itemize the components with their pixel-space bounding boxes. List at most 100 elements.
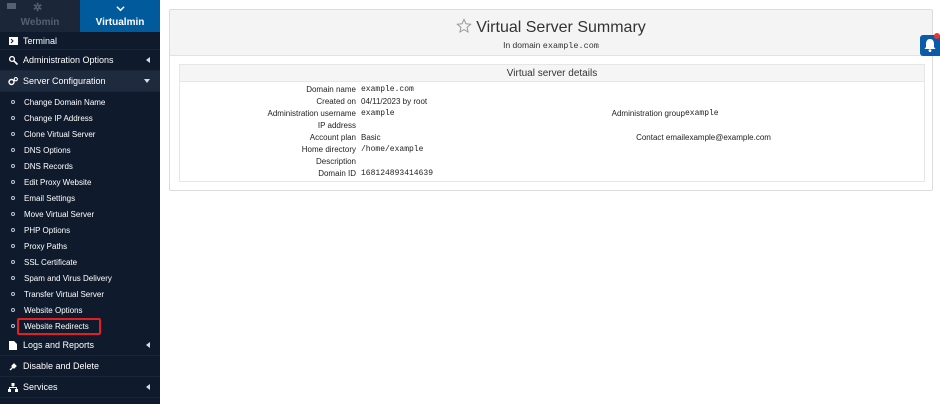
circle-icon (11, 100, 15, 104)
details-title: Virtual server details (180, 65, 924, 82)
value-domain-name: example.com (361, 85, 414, 94)
sub-item-label: Change Domain Name (24, 97, 106, 107)
chevron-down-icon (116, 6, 125, 12)
value-home-directory: /home/example (361, 145, 424, 154)
label-home-directory: Home directory (301, 145, 356, 154)
sub-item-label: Move Virtual Server (24, 209, 95, 219)
sidebar: ✲ Webmin Virtualmin Terminal Administrat… (0, 0, 160, 404)
sub-item-dns-records[interactable]: DNS Records (0, 158, 160, 174)
label-domain-name: Domain name (306, 85, 356, 94)
sub-item-ssl-certificate[interactable]: SSL Certificate (0, 254, 160, 270)
subtitle-prefix: In domain (503, 40, 541, 50)
sub-item-label: Email Settings (24, 193, 76, 203)
circle-icon (11, 164, 15, 168)
menu-item-terminal[interactable]: Terminal (0, 32, 160, 50)
circle-icon (11, 292, 15, 296)
circle-icon (11, 324, 15, 328)
circle-icon (11, 132, 15, 136)
menu-item-server-configuration[interactable]: Server Configuration (0, 71, 160, 92)
caret-left-icon (146, 57, 150, 63)
circle-icon (11, 260, 15, 264)
circle-icon (11, 116, 15, 120)
sub-item-website-options[interactable]: Website Options (0, 302, 160, 318)
circle-icon (11, 244, 15, 248)
sub-item-move-virtual-server[interactable]: Move Virtual Server (0, 206, 160, 222)
sub-item-label: Edit Proxy Website (24, 177, 92, 187)
sub-item-email-settings[interactable]: Email Settings (0, 190, 160, 206)
tab-webmin-label: Webmin (20, 17, 60, 28)
menu-item-label: Logs and Reports (23, 340, 95, 350)
value-contact-email: example@example.com (685, 133, 771, 142)
value-created-on: 04/11/2023 by root (361, 97, 428, 106)
tab-webmin[interactable]: ✲ Webmin (0, 0, 80, 32)
cogs-icon (8, 76, 18, 86)
sub-item-dns-options[interactable]: DNS Options (0, 142, 160, 158)
menu-item-services[interactable]: Services (0, 377, 160, 398)
summary-panel: Virtual Server Summary In domain example… (169, 9, 933, 191)
webmin-square-icon (7, 3, 16, 9)
sidebar-tabs: ✲ Webmin Virtualmin (0, 0, 160, 32)
sub-item-label: Proxy Paths (24, 241, 68, 251)
row-account-plan: Account plan Basic Contact email example… (180, 133, 926, 145)
page-subtitle: In domain example.com (170, 40, 932, 51)
circle-icon (11, 212, 15, 216)
sub-item-label: Spam and Virus Delivery (24, 273, 112, 283)
label-contact-email: Contact email (636, 133, 685, 142)
label-created-on: Created on (316, 97, 356, 106)
sub-item-proxy-paths[interactable]: Proxy Paths (0, 238, 160, 254)
subtitle-domain: example.com (542, 41, 599, 51)
menu-item-label: Disable and Delete (23, 361, 100, 371)
sub-item-label: SSL Certificate (24, 257, 78, 267)
sub-item-clone-virtual-server[interactable]: Clone Virtual Server (0, 126, 160, 142)
sub-item-label: Transfer Virtual Server (24, 289, 105, 299)
label-domain-id: Domain ID (318, 169, 356, 178)
value-domain-id: 168124893414639 (361, 169, 434, 178)
menu-item-administration-options[interactable]: Administration Options (0, 50, 160, 71)
label-ip-address: IP address (317, 121, 356, 130)
plug-icon (8, 361, 18, 371)
sub-item-label: Change IP Address (24, 113, 93, 123)
label-admin-group: Administration group (611, 109, 685, 118)
star-icon[interactable] (456, 18, 473, 34)
terminal-icon (8, 36, 18, 46)
server-configuration-submenu: Change Domain Name Change IP Address Clo… (0, 92, 160, 335)
sub-item-edit-proxy-website[interactable]: Edit Proxy Website (0, 174, 160, 190)
menu-item-label: Server Configuration (23, 76, 106, 86)
circle-icon (11, 180, 15, 184)
sub-item-website-redirects[interactable]: Website Redirects (0, 318, 160, 335)
panel-header: Virtual Server Summary In domain example… (170, 10, 932, 56)
webmin-logo-icon: ✲ (33, 2, 43, 14)
sub-item-label: Clone Virtual Server (24, 129, 96, 139)
highlight-box (17, 318, 101, 335)
circle-icon (11, 276, 15, 280)
sub-item-change-ip-address[interactable]: Change IP Address (0, 110, 160, 126)
tab-virtualmin[interactable]: Virtualmin (80, 0, 160, 32)
sub-item-spam-and-virus-delivery[interactable]: Spam and Virus Delivery (0, 270, 160, 286)
circle-icon (11, 148, 15, 152)
menu-item-label: Services (23, 382, 58, 392)
row-admin-username: Administration username example Administ… (180, 109, 926, 121)
virtual-server-details: Virtual server details Domain name examp… (179, 64, 925, 182)
file-icon (8, 340, 18, 350)
menu-item-label: Administration Options (23, 55, 114, 65)
page-title: Virtual Server Summary (170, 18, 932, 37)
circle-icon (11, 196, 15, 200)
value-admin-group: example (685, 109, 719, 118)
sub-item-php-options[interactable]: PHP Options (0, 222, 160, 238)
circle-icon (11, 308, 15, 312)
sub-item-label: PHP Options (24, 225, 71, 235)
menu-item-label: Terminal (23, 35, 58, 46)
label-description: Description (315, 157, 356, 166)
caret-down-icon (144, 79, 150, 83)
tab-virtualmin-label: Virtualmin (95, 17, 145, 28)
caret-left-icon (146, 384, 150, 390)
sub-item-label: Website Options (24, 305, 83, 315)
sub-item-transfer-virtual-server[interactable]: Transfer Virtual Server (0, 286, 160, 302)
menu-item-disable-and-delete[interactable]: Disable and Delete (0, 356, 160, 377)
sub-item-change-domain-name[interactable]: Change Domain Name (0, 94, 160, 110)
sub-item-label: DNS Records (24, 161, 73, 171)
notification-badge (934, 33, 940, 39)
main-content: Virtual Server Summary In domain example… (160, 0, 940, 404)
circle-icon (11, 228, 15, 232)
menu-item-logs-and-reports[interactable]: Logs and Reports (0, 335, 160, 356)
